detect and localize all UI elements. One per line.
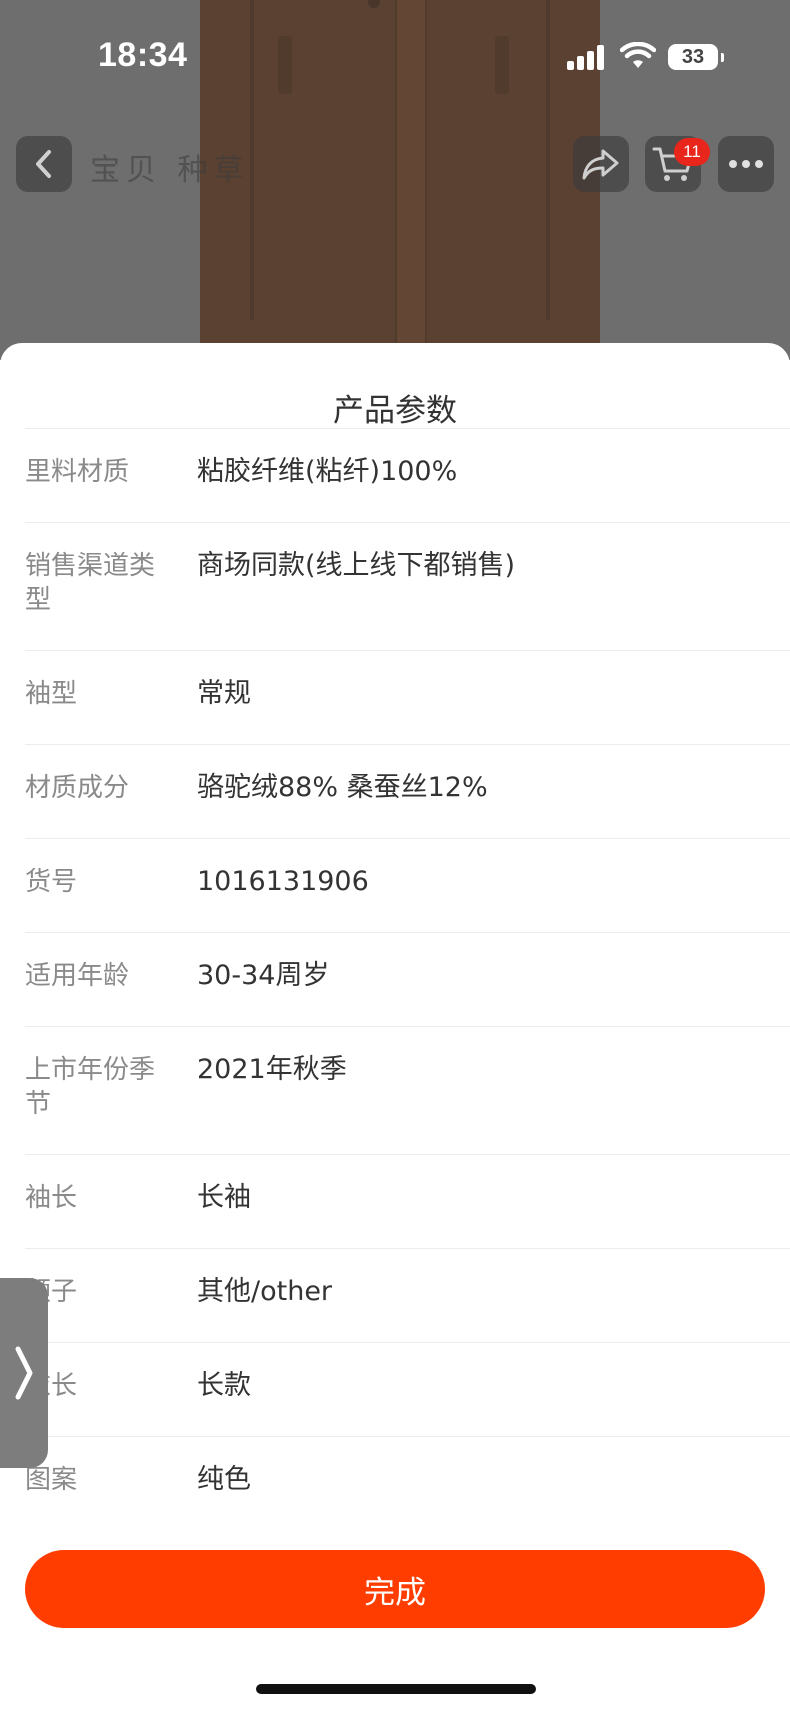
status-time: 18:34 xyxy=(98,36,188,74)
param-label: 货号 xyxy=(25,867,78,897)
param-row: 领子 其他/other xyxy=(25,1248,790,1343)
param-value: 商场同款(线上线下都销售) xyxy=(197,550,516,581)
param-row: 销售渠道类型 商场同款(线上线下都销售) xyxy=(25,522,790,651)
param-row: 图案 纯色 xyxy=(25,1436,790,1531)
share-icon xyxy=(582,149,619,180)
status-bar: 18:34 33 xyxy=(0,0,790,110)
param-value: 粘胶纤维(粘纤)100% xyxy=(197,456,458,487)
param-value: 纯色 xyxy=(197,1464,251,1495)
nav-title-faded: 宝贝 种草 xyxy=(90,153,250,188)
signal-icon xyxy=(567,44,607,70)
home-indicator xyxy=(256,1684,536,1694)
wifi-icon xyxy=(620,42,656,68)
param-row: 袖长 长袖 xyxy=(25,1154,790,1249)
chevron-right-icon xyxy=(15,1346,33,1400)
param-label: 袖型 xyxy=(25,679,78,709)
param-row: 衣长 长款 xyxy=(25,1342,790,1437)
param-value: 长袖 xyxy=(197,1182,251,1213)
cart-count-badge: 11 xyxy=(674,138,710,166)
param-value: 2021年秋季 xyxy=(197,1054,347,1085)
param-row: 货号 1016131906 xyxy=(25,838,790,933)
param-label: 上市年份季节 xyxy=(25,1055,156,1119)
done-button[interactable]: 完成 xyxy=(25,1550,765,1628)
param-value: 长款 xyxy=(197,1370,251,1401)
battery-icon: 33 xyxy=(668,44,724,70)
param-value: 1016131906 xyxy=(197,866,369,897)
side-drawer-handle[interactable] xyxy=(0,1278,48,1468)
param-value: 30-34周岁 xyxy=(197,960,330,991)
param-label: 里料材质 xyxy=(25,457,130,487)
sheet-title: 产品参数 xyxy=(333,393,457,429)
param-value: 其他/other xyxy=(197,1276,333,1307)
param-row: 袖型 常规 xyxy=(25,650,790,745)
param-row: 上市年份季节 2021年秋季 xyxy=(25,1026,790,1155)
back-button[interactable] xyxy=(16,136,72,192)
param-value: 常规 xyxy=(197,678,251,709)
param-label: 适用年龄 xyxy=(25,961,130,991)
share-button[interactable] xyxy=(573,136,629,192)
back-icon xyxy=(36,150,51,178)
param-label: 图案 xyxy=(25,1465,78,1495)
param-row: 里料材质 粘胶纤维(粘纤)100% xyxy=(25,428,790,523)
param-row: 适用年龄 30-34周岁 xyxy=(25,932,790,1027)
param-label: 销售渠道类型 xyxy=(25,551,156,615)
more-button[interactable] xyxy=(718,136,774,192)
more-icon xyxy=(729,160,763,168)
param-label: 材质成分 xyxy=(25,773,130,803)
param-row: 材质成分 骆驼绒88% 桑蚕丝12% xyxy=(25,744,790,839)
param-label: 袖长 xyxy=(25,1183,78,1213)
param-value: 骆驼绒88% 桑蚕丝12% xyxy=(197,772,488,803)
